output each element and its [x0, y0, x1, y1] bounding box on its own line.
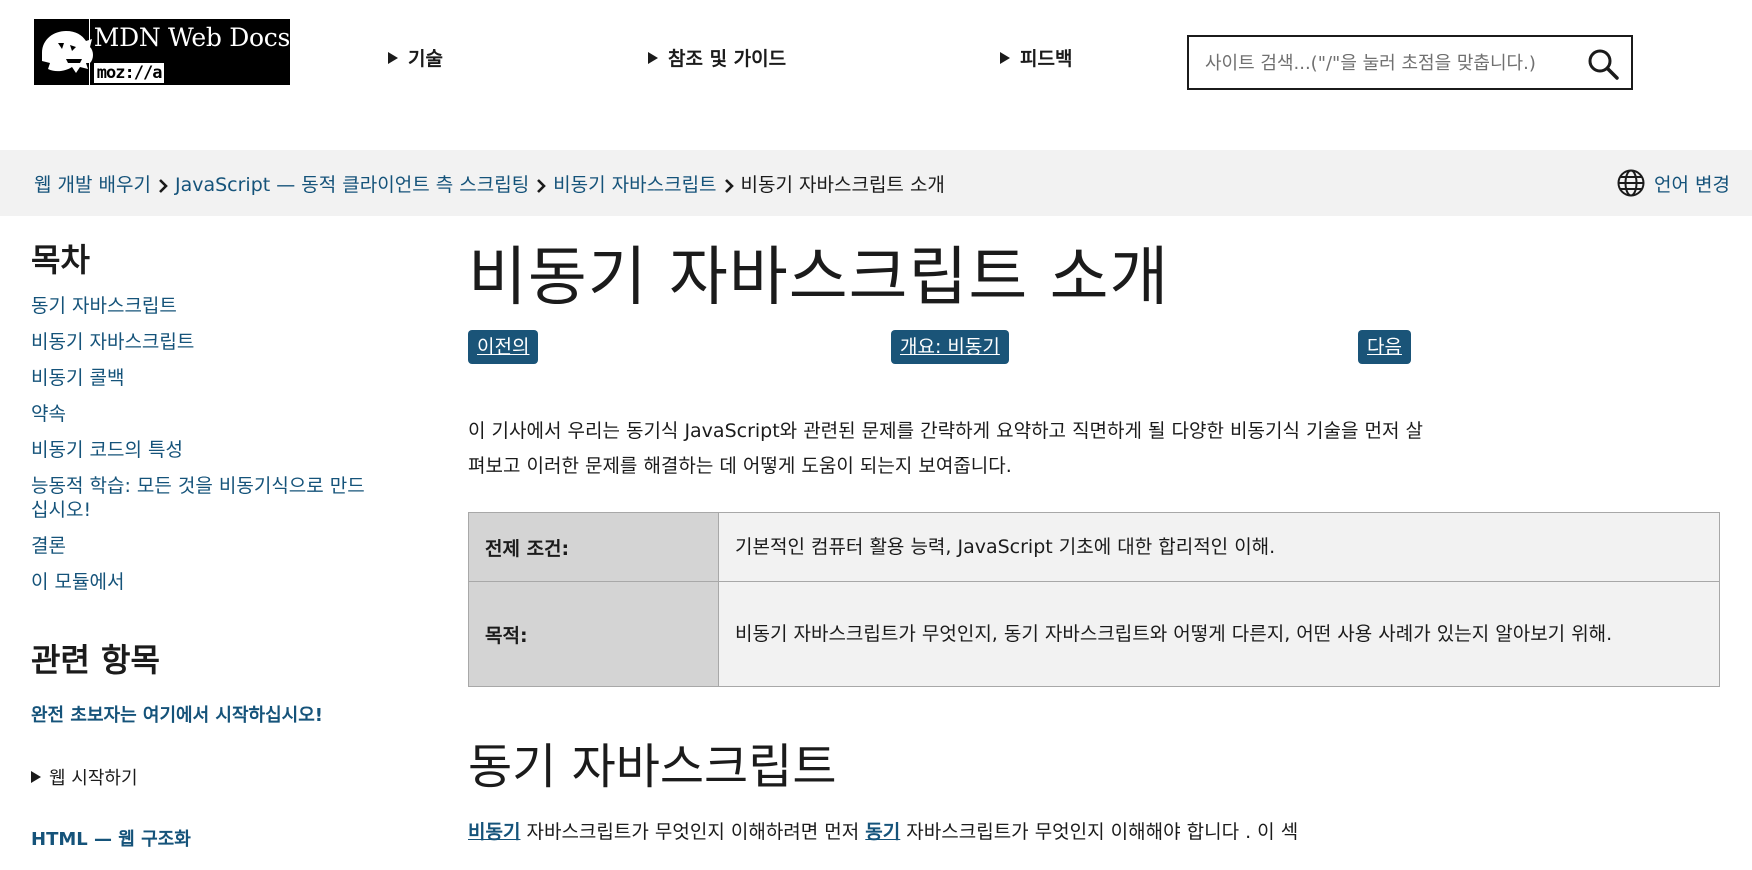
language-switcher[interactable]: 언어 변경 — [1616, 168, 1730, 198]
nav-references-guides[interactable]: 참조 및 가이드 — [648, 44, 786, 71]
disclosure-triangle-icon — [648, 51, 658, 64]
toc-item-promises[interactable]: 약속 — [31, 402, 371, 426]
prerequisites-label: 전제 조건: — [468, 512, 719, 582]
toc-title: 목차 — [31, 241, 90, 279]
overview-button[interactable]: 개요: 비동기 — [891, 330, 1009, 364]
prerequisites-value: 기본적인 컴퓨터 활용 능력, JavaScript 기초에 대한 합리적인 이… — [718, 512, 1720, 582]
paragraph-text: 자바스크립트가 무엇인지 이해하려면 먼저 — [520, 821, 866, 843]
toc-item-async-nature[interactable]: 비동기 코드의 특성 — [31, 438, 371, 462]
site-header: MDN Web Docs moz://a 기술 참조 및 가이드 피드백 — [0, 0, 1752, 150]
chevron-right-icon — [535, 177, 547, 193]
dino-icon — [34, 19, 93, 85]
related-link-html[interactable]: HTML — 웹 구조화 — [31, 828, 371, 852]
previous-button[interactable]: 이전의 — [468, 330, 539, 364]
language-label: 언어 변경 — [1654, 173, 1730, 196]
objective-label: 목적: — [468, 581, 719, 687]
chevron-right-icon — [157, 177, 169, 193]
nav-technologies[interactable]: 기술 — [388, 44, 443, 71]
breadcrumb-link-learn[interactable]: 웹 개발 배우기 — [34, 170, 151, 197]
chevron-right-icon — [723, 177, 735, 193]
search-icon[interactable] — [1587, 48, 1619, 80]
learning-outcomes-table: 전제 조건: 기본적인 컴퓨터 활용 능력, JavaScript 기초에 대한… — [468, 512, 1720, 687]
related-details-label: 웹 시작하기 — [49, 768, 138, 789]
toc-item-sync-js[interactable]: 동기 자바스크립트 — [31, 294, 371, 318]
nav-label: 참조 및 가이드 — [668, 48, 787, 70]
toc-item-async-callbacks[interactable]: 비동기 콜백 — [31, 366, 371, 390]
page-title: 비동기 자바스크립트 소개 — [468, 241, 1170, 315]
section-paragraph: 비동기 자바스크립트가 무엇인지 이해하려면 먼저 동기 자바스크립트가 무엇인… — [468, 817, 1722, 847]
logo-title: MDN Web Docs — [93, 23, 291, 52]
main-content: 비동기 자바스크립트 소개 이전의 개요: 비동기 다음 이 기사에서 우리는 … — [468, 240, 1722, 847]
objective-value: 비동기 자바스크립트가 무엇인지, 동기 자바스크립트와 어떻게 다른지, 어떤… — [718, 581, 1720, 687]
nav-feedback[interactable]: 피드백 — [1000, 44, 1072, 71]
toc-item-in-this-module[interactable]: 이 모듈에서 — [31, 570, 371, 594]
related-topics-title: 관련 항목 — [31, 641, 160, 679]
related-link-beginners[interactable]: 완전 초보자는 여기에서 시작하십시오! — [31, 704, 371, 728]
breadcrumb-link-async[interactable]: 비동기 자바스크립트 — [553, 170, 716, 197]
table-row: 전제 조건: 기본적인 컴퓨터 활용 능력, JavaScript 기초에 대한… — [468, 512, 1720, 582]
breadcrumb-current: 비동기 자바스크립트 소개 — [740, 174, 945, 196]
table-row: 목적: 비동기 자바스크립트가 무엇인지, 동기 자바스크립트와 어떻게 다른지… — [468, 581, 1720, 687]
disclosure-triangle-icon — [388, 51, 398, 64]
toc-item-async-js[interactable]: 비동기 자바스크립트 — [31, 330, 371, 354]
related-getting-started-toggle[interactable]: 웹 시작하기 — [31, 764, 371, 790]
nav-label: 피드백 — [1020, 48, 1073, 70]
glossary-link-async[interactable]: 비동기 — [468, 821, 520, 843]
disclosure-triangle-icon — [1000, 51, 1010, 64]
site-search — [1187, 35, 1633, 90]
toc-item-active-learning[interactable]: 능동적 학습: 모든 것을 비동기식으로 만드십시오! — [31, 474, 371, 522]
intro-paragraph: 이 기사에서 우리는 동기식 JavaScript와 관련된 문제를 간략하게 … — [468, 420, 1423, 477]
paragraph-text: 자바스크립트가 무엇인지 이해해야 합니다 . 이 섹 — [900, 821, 1299, 843]
breadcrumb-bar: 웹 개발 배우기 JavaScript — 동적 클라이언트 측 스크립팅 비동… — [0, 150, 1752, 216]
toc-list: 동기 자바스크립트 비동기 자바스크립트 비동기 콜백 약속 비동기 코드의 특… — [31, 294, 371, 594]
next-button[interactable]: 다음 — [1358, 330, 1411, 364]
mdn-logo[interactable]: MDN Web Docs moz://a — [34, 19, 290, 85]
sidebar: 목차 동기 자바스크립트 비동기 자바스크립트 비동기 콜백 약속 비동기 코드… — [31, 240, 371, 852]
article-pager: 이전의 개요: 비동기 다음 — [468, 330, 1722, 370]
toc-item-conclusion[interactable]: 결론 — [31, 534, 371, 558]
glossary-link-sync[interactable]: 동기 — [865, 821, 900, 843]
mozilla-wordmark: moz://a — [93, 63, 165, 83]
globe-icon — [1617, 169, 1645, 197]
section-heading: 동기 자바스크립트 — [468, 739, 837, 795]
breadcrumb: 웹 개발 배우기 JavaScript — 동적 클라이언트 측 스크립팅 비동… — [34, 170, 945, 197]
search-input[interactable] — [1205, 47, 1575, 79]
nav-label: 기술 — [408, 48, 443, 70]
breadcrumb-link-javascript[interactable]: JavaScript — 동적 클라이언트 측 스크립팅 — [175, 170, 529, 197]
disclosure-triangle-icon — [31, 771, 41, 783]
